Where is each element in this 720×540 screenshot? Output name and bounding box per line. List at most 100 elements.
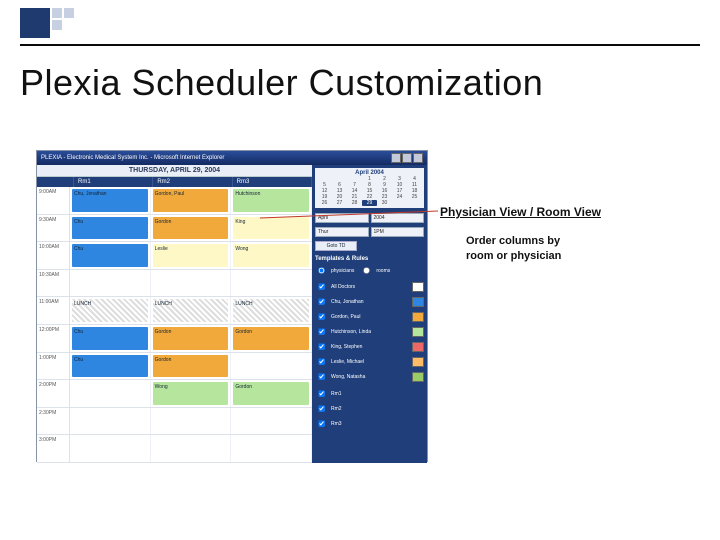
appointment[interactable]: Gordon <box>233 382 309 405</box>
color-swatch <box>412 372 424 382</box>
appointment[interactable]: Chu <box>72 327 148 350</box>
doctor-row[interactable]: Wong, Natasha <box>315 370 424 383</box>
room-row[interactable]: Rm3 <box>315 417 424 430</box>
time-label: 10:30AM <box>37 270 70 297</box>
close-icon[interactable] <box>413 153 423 163</box>
column-header[interactable]: Rm3 <box>233 177 312 187</box>
doctor-checkbox[interactable] <box>318 373 325 380</box>
time-label: 2:00PM <box>37 380 70 407</box>
slide: Plexia Scheduler Customization PLEXIA - … <box>0 0 720 540</box>
slide-title: Plexia Scheduler Customization <box>20 62 543 104</box>
time-label: 9:30AM <box>37 215 70 242</box>
column-header[interactable]: Rm1 <box>74 177 153 187</box>
color-swatch <box>412 297 424 307</box>
panel-section-label: Templates & Rules <box>315 256 424 262</box>
column-headers: Rm1 Rm2 Rm3 <box>37 177 312 187</box>
doctor-row[interactable]: Hutchinson, Linda <box>315 325 424 338</box>
doctor-list: All Doctors Chu, Jonathan Gordon, Paul Hutc… <box>315 280 424 383</box>
radio-label: rooms <box>376 268 390 274</box>
appointment[interactable]: Gordon <box>153 327 229 350</box>
column-spacer <box>37 177 74 187</box>
appointment[interactable]: King <box>233 217 309 240</box>
month-select[interactable]: April <box>315 213 369 223</box>
doctor-row[interactable]: Gordon, Paul <box>315 310 424 323</box>
time-label: 12:00PM <box>37 325 70 352</box>
time-label: 2:30PM <box>37 408 70 435</box>
window-titlebar: PLEXIA - Electronic Medical System Inc. … <box>37 151 427 165</box>
annotation-body: Order columns by room or physician <box>466 234 561 264</box>
horizontal-rule <box>20 44 700 46</box>
appointment[interactable]: Gordon <box>153 355 229 378</box>
column-header[interactable]: Rm2 <box>153 177 232 187</box>
app-screenshot: PLEXIA - Electronic Medical System Inc. … <box>36 150 428 462</box>
color-swatch <box>412 282 424 292</box>
doctor-checkbox[interactable] <box>318 343 325 350</box>
doctor-name: Wong, Natasha <box>331 374 365 380</box>
goto-button[interactable]: Goto TD <box>315 241 357 251</box>
room-checkbox[interactable] <box>318 405 325 412</box>
time-select[interactable]: 1PM <box>371 227 425 237</box>
appointment[interactable]: Hutchinson <box>233 189 309 212</box>
window-title: PLEXIA - Electronic Medical System Inc. … <box>41 155 224 161</box>
time-label: 10:00AM <box>37 242 70 269</box>
side-panel: April 2004 12345678910111213141516171819… <box>312 165 427 463</box>
lunch-block: LUNCH <box>72 299 148 322</box>
doctor-name: Chu, Jonathan <box>331 299 364 305</box>
room-list: Rm1 Rm2 Rm3 <box>315 387 424 430</box>
doctor-checkbox[interactable] <box>318 283 325 290</box>
room-name: Rm3 <box>331 421 342 427</box>
appointment[interactable]: Wong <box>153 382 229 405</box>
room-checkbox[interactable] <box>318 420 325 427</box>
time-label: 11:00AM <box>37 297 70 324</box>
time-label: 3:00PM <box>37 435 70 462</box>
doctor-checkbox[interactable] <box>318 358 325 365</box>
room-checkbox[interactable] <box>318 390 325 397</box>
doctor-checkbox[interactable] <box>318 328 325 335</box>
color-swatch <box>412 357 424 367</box>
schedule-panel: THURSDAY, APRIL 29, 2004 Rm1 Rm2 Rm3 9:0… <box>37 165 312 463</box>
doctor-row[interactable]: King, Stephen <box>315 340 424 353</box>
room-row[interactable]: Rm2 <box>315 402 424 415</box>
appointment[interactable]: Leslie <box>153 244 229 267</box>
appointment[interactable]: Chu, Jonathan <box>72 189 148 212</box>
appointment[interactable]: Wong <box>233 244 309 267</box>
minimize-icon[interactable] <box>391 153 401 163</box>
room-row[interactable]: Rm1 <box>315 387 424 400</box>
year-select[interactable]: 2004 <box>371 213 425 223</box>
radio-physicians[interactable] <box>318 267 325 274</box>
color-swatch <box>412 312 424 322</box>
time-label: 1:00PM <box>37 353 70 380</box>
doctor-name: All Doctors <box>331 284 355 290</box>
appointment[interactable]: Chu <box>72 355 148 378</box>
doctor-name: Hutchinson, Linda <box>331 329 371 335</box>
annotation-heading: Physician View / Room View <box>440 205 601 219</box>
color-swatch <box>412 342 424 352</box>
appointment[interactable]: Gordon <box>153 217 229 240</box>
room-name: Rm2 <box>331 406 342 412</box>
appointment[interactable]: Chu <box>72 217 148 240</box>
doctor-checkbox[interactable] <box>318 298 325 305</box>
color-swatch <box>412 327 424 337</box>
doctor-name: Gordon, Paul <box>331 314 360 320</box>
appointment[interactable]: Chu <box>72 244 148 267</box>
radio-label: physicians <box>331 268 354 274</box>
radio-rooms[interactable] <box>364 267 371 274</box>
appointment[interactable]: Gordon, Paul <box>153 189 229 212</box>
room-name: Rm1 <box>331 391 342 397</box>
doctor-row[interactable]: All Doctors <box>315 280 424 293</box>
month-calendar[interactable]: April 2004 12345678910111213141516171819… <box>315 168 424 208</box>
view-toggle[interactable]: physicians rooms <box>315 264 424 277</box>
schedule-grid: 9:00AM Chu, Jonathan Gordon, Paul Hutchi… <box>37 187 312 463</box>
lunch-block: LUNCH <box>233 299 309 322</box>
doctor-name: Leslie, Michael <box>331 359 364 365</box>
window-buttons <box>391 153 423 163</box>
appointment[interactable]: Gordon <box>233 327 309 350</box>
day-select[interactable]: Thur <box>315 227 369 237</box>
calendar-table[interactable]: 1234567891011121314151617181920212223242… <box>317 176 422 206</box>
maximize-icon[interactable] <box>402 153 412 163</box>
doctor-checkbox[interactable] <box>318 313 325 320</box>
doctor-name: King, Stephen <box>331 344 362 350</box>
doctor-row[interactable]: Leslie, Michael <box>315 355 424 368</box>
time-label: 9:00AM <box>37 187 70 214</box>
doctor-row[interactable]: Chu, Jonathan <box>315 295 424 308</box>
